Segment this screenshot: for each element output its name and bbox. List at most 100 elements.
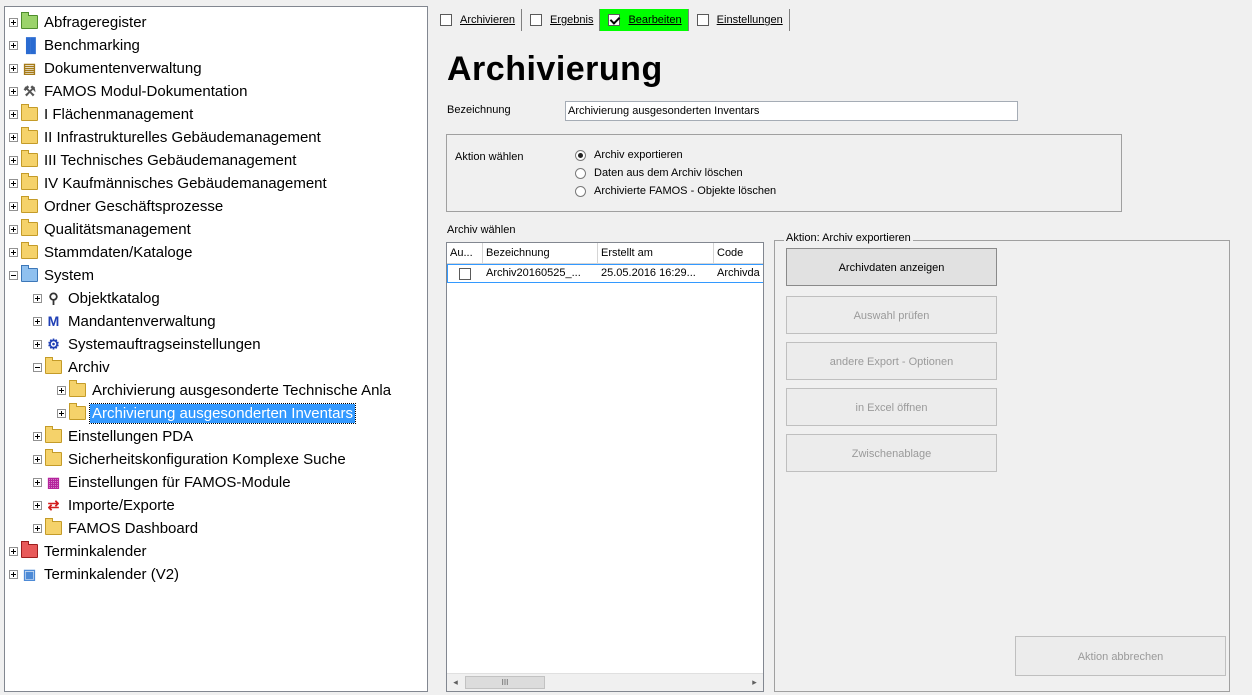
tab-label: Einstellungen <box>716 14 783 26</box>
folder-blue-icon <box>21 265 38 282</box>
navigation-tree[interactable]: Abfrageregister ▐▌ Benchmarking ▤ Dokumenten… <box>4 6 428 692</box>
expand-icon[interactable] <box>9 17 18 27</box>
andere-export-optionen-button[interactable]: andere Export - Optionen <box>786 342 997 380</box>
expand-icon[interactable] <box>33 316 42 326</box>
bezeichnung-label: Bezeichnung <box>447 104 511 116</box>
tree-item[interactable]: ▣ Terminkalender (V2) <box>9 563 181 585</box>
tree-item[interactable]: III Technisches Gebäudemanagement <box>9 149 298 171</box>
expand-icon[interactable] <box>9 224 18 234</box>
bezeichnung-input[interactable] <box>565 101 1018 121</box>
expand-icon[interactable] <box>33 431 42 441</box>
expand-icon[interactable] <box>33 454 42 464</box>
expand-icon[interactable] <box>9 569 18 579</box>
tab-einstellungen[interactable]: Einstellungen <box>689 9 790 31</box>
tree-item[interactable]: ⚒ FAMOS Modul-Dokumentation <box>9 80 249 102</box>
tree-item[interactable]: I Flächenmanagement <box>9 103 195 125</box>
expand-icon[interactable] <box>9 63 18 73</box>
tree-item[interactable]: ▦ Einstellungen für FAMOS-Module <box>33 471 293 493</box>
tab-checkbox[interactable] <box>608 14 621 26</box>
table-row[interactable]: Archiv20160525_... 25.05.2016 16:29... A… <box>447 264 763 283</box>
column-header-erstellt[interactable]: Erstellt am <box>598 243 714 263</box>
collapse-icon[interactable] <box>33 362 42 372</box>
tree-item[interactable]: Archivierung ausgesonderten Inventars <box>57 402 356 424</box>
tree-item[interactable]: Archiv <box>33 356 112 378</box>
expand-icon[interactable] <box>9 40 18 50</box>
expand-icon[interactable] <box>9 132 18 142</box>
tree-item[interactable]: ⚙ Systemauftragseinstellungen <box>33 333 263 355</box>
expand-icon[interactable] <box>57 385 66 395</box>
radio-objekte-loeschen[interactable]: Archivierte FAMOS - Objekte löschen <box>575 185 776 197</box>
expand-icon[interactable] <box>9 109 18 119</box>
tree-item[interactable]: FAMOS Dashboard <box>33 517 200 539</box>
aktion-abbrechen-button[interactable]: Aktion abbrechen <box>1015 636 1226 676</box>
tree-item[interactable]: IV Kaufmännisches Gebäudemanagement <box>9 172 329 194</box>
column-header-code[interactable]: Code <box>714 243 763 263</box>
archivdaten-anzeigen-button[interactable]: Archivdaten anzeigen <box>786 248 997 286</box>
expand-icon[interactable] <box>57 408 66 418</box>
column-header-bezeichnung[interactable]: Bezeichnung <box>483 243 598 263</box>
in-excel-oeffnen-button[interactable]: in Excel öffnen <box>786 388 997 426</box>
radio-button[interactable] <box>575 149 586 161</box>
radio-button[interactable] <box>575 167 586 179</box>
tree-item[interactable]: ▐▌ Benchmarking <box>9 34 142 56</box>
tab-checkbox[interactable] <box>440 14 452 26</box>
scroll-right-icon[interactable]: ▸ <box>746 674 763 691</box>
calendar-icon: ▣ <box>22 566 37 582</box>
tree-item[interactable]: Ordner Geschäftsprozesse <box>9 195 225 217</box>
tree-item[interactable]: Abfrageregister <box>9 11 149 33</box>
expand-icon[interactable] <box>9 86 18 96</box>
zwischenablage-button[interactable]: Zwischenablage <box>786 434 997 472</box>
radio-button[interactable] <box>575 185 586 197</box>
radio-label: Archiv exportieren <box>594 149 683 161</box>
tab-bearbeiten[interactable]: Bearbeiten <box>600 9 689 31</box>
splitter[interactable] <box>428 6 431 692</box>
tree-item-label: Benchmarking <box>44 36 140 54</box>
tree-item[interactable]: Stammdaten/Kataloge <box>9 241 194 263</box>
expand-icon[interactable] <box>9 546 18 556</box>
tab-checkbox[interactable] <box>696 14 709 26</box>
tree-item[interactable]: M Mandantenverwaltung <box>33 310 218 332</box>
tree-item[interactable]: System <box>9 264 96 286</box>
archiv-listview[interactable]: Au... Bezeichnung Erstellt am Code Archi… <box>446 242 764 692</box>
tree-item[interactable]: Qualitätsmanagement <box>9 218 193 240</box>
tree-item[interactable]: II Infrastrukturelles Gebäudemanagement <box>9 126 323 148</box>
tab-archivieren[interactable]: Archivieren <box>432 9 523 31</box>
tab-ergebnis[interactable]: Ergebnis <box>522 9 601 31</box>
folder-icon <box>21 150 38 167</box>
settings-gear-icon: ⚙ <box>47 336 60 352</box>
radio-archiv-exportieren[interactable]: Archiv exportieren <box>575 149 683 161</box>
tree-item[interactable]: Archivierung ausgesonderte Technische An… <box>57 379 393 401</box>
expand-icon[interactable] <box>33 477 42 487</box>
tab-label: Archivieren <box>460 14 516 26</box>
auswahl-pruefen-button[interactable]: Auswahl prüfen <box>786 296 997 334</box>
row-checkbox[interactable] <box>458 267 471 280</box>
column-header-auswahl[interactable]: Au... <box>447 243 483 263</box>
tab-checkbox[interactable] <box>530 14 543 26</box>
row-checkbox-cell[interactable] <box>447 264 483 283</box>
expand-icon[interactable] <box>9 155 18 165</box>
radio-label: Archivierte FAMOS - Objekte löschen <box>594 185 777 197</box>
m-letter-icon: M <box>47 313 60 329</box>
expand-icon[interactable] <box>33 339 42 349</box>
expand-icon[interactable] <box>33 523 42 533</box>
radio-daten-loeschen[interactable]: Daten aus dem Archiv löschen <box>575 167 743 179</box>
expand-icon[interactable] <box>33 500 42 510</box>
expand-icon[interactable] <box>9 247 18 257</box>
tree-item[interactable]: Terminkalender <box>9 540 149 562</box>
tree-item[interactable]: Einstellungen PDA <box>33 425 195 447</box>
tree-item[interactable]: ▤ Dokumentenverwaltung <box>9 57 204 79</box>
expand-icon[interactable] <box>9 201 18 211</box>
tree-item[interactable]: Sicherheitskonfiguration Komplexe Suche <box>33 448 348 470</box>
tree-item[interactable]: ⚲ Objektkatalog <box>33 287 162 309</box>
benchmark-chart-icon: ▐▌ <box>21 37 41 53</box>
expand-icon[interactable] <box>33 293 42 303</box>
page-title: Archivierung <box>447 50 663 88</box>
wrench-icon: ⚒ <box>23 83 36 99</box>
horizontal-scrollbar[interactable]: ◂ III ▸ <box>447 673 763 691</box>
tree-item[interactable]: ⇄ Importe/Exporte <box>33 494 177 516</box>
scroll-left-icon[interactable]: ◂ <box>447 674 464 691</box>
expand-icon[interactable] <box>9 178 18 188</box>
folder-icon <box>21 242 38 259</box>
scroll-thumb[interactable]: III <box>465 676 545 689</box>
collapse-icon[interactable] <box>9 270 18 280</box>
